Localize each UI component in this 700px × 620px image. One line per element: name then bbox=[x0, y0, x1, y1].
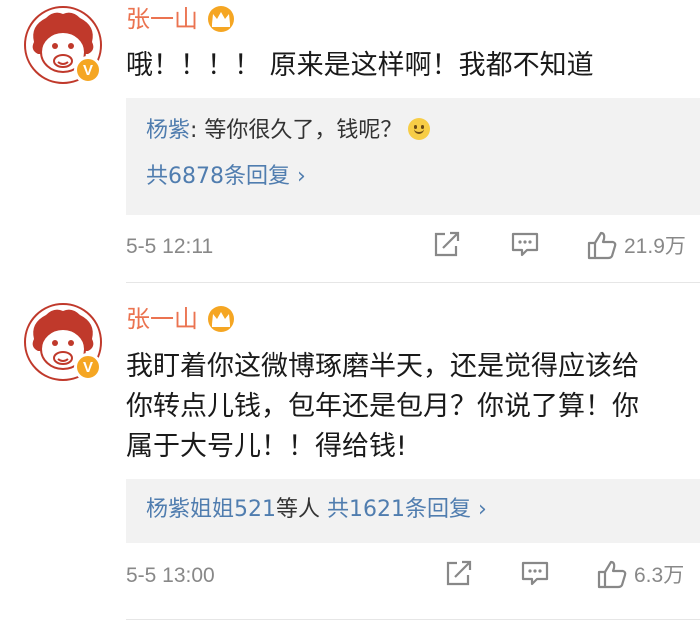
username-label[interactable]: 张一山 bbox=[126, 304, 198, 334]
verified-badge-icon: V bbox=[74, 353, 102, 381]
like-icon bbox=[587, 231, 617, 260]
like-button[interactable]: 6.3万 bbox=[596, 559, 684, 589]
avatar[interactable]: V bbox=[24, 6, 102, 84]
reply-text: : 等你很久了，钱呢？ bbox=[190, 118, 403, 143]
comment-icon bbox=[511, 232, 539, 257]
comment-meta: 5-5 12:11 21.9万 bbox=[126, 230, 700, 270]
username-label[interactable]: 张一山 bbox=[126, 4, 198, 34]
reply-preview[interactable]: 杨紫: 等你很久了，钱呢？ 共6878条回复 › bbox=[126, 98, 700, 215]
share-icon bbox=[446, 560, 472, 586]
share-button[interactable] bbox=[432, 230, 462, 258]
crown-icon bbox=[208, 306, 234, 332]
comment-text-line: 我盯着你这微博琢磨半天，还是觉得应该给 bbox=[126, 351, 639, 382]
comment-button[interactable] bbox=[520, 559, 550, 587]
username[interactable]: 张一山 bbox=[126, 4, 236, 34]
like-count: 6.3万 bbox=[634, 564, 685, 587]
comment-text-line: 属于大号儿！！得给钱! bbox=[126, 431, 407, 462]
reply-text: 等人 bbox=[276, 497, 327, 522]
share-icon bbox=[434, 231, 460, 257]
comment-item: V 张一山 哦！！！！ 原来是这样啊！我都不知道 杨紫: 等你很久了，钱呢？ 共… bbox=[0, 0, 700, 283]
reply-user-link[interactable]: 杨紫 bbox=[146, 118, 190, 143]
reply-preview[interactable]: 杨紫姐姐521等人 共1621条回复 › bbox=[126, 479, 700, 543]
verified-badge-icon: V bbox=[74, 56, 102, 84]
comment-meta: 5-5 13:00 6.3万 bbox=[126, 559, 700, 599]
reply-line: 杨紫: 等你很久了，钱呢？ bbox=[146, 116, 431, 146]
smile-emoji-icon bbox=[408, 118, 431, 140]
comment-text: 我盯着你这微博琢磨半天，还是觉得应该给 你转点儿钱，包年还是包月？你说了算！你 … bbox=[126, 347, 700, 467]
crown-icon bbox=[208, 6, 234, 32]
reply-user-link[interactable]: 杨紫姐姐521 bbox=[146, 497, 276, 522]
comment-time: 5-5 12:11 bbox=[126, 235, 214, 258]
comment-button[interactable] bbox=[510, 230, 540, 258]
like-button[interactable]: 21.9万 bbox=[586, 230, 686, 260]
reply-count-link[interactable]: 共6878条回复 › bbox=[146, 162, 306, 192]
avatar[interactable]: V bbox=[24, 303, 102, 381]
reply-count-link[interactable]: 共1621条回复 › bbox=[327, 497, 487, 522]
comment-text-line: 哦！！！！ 原来是这样啊！我都不知道 bbox=[126, 50, 594, 81]
like-count: 21.9万 bbox=[624, 235, 686, 258]
share-button[interactable] bbox=[444, 559, 474, 587]
reply-line: 杨紫姐姐521等人 共1621条回复 › bbox=[146, 495, 487, 525]
username[interactable]: 张一山 bbox=[126, 304, 236, 334]
comment-text: 哦！！！！ 原来是这样啊！我都不知道 bbox=[126, 46, 700, 86]
comment-item: V 张一山 我盯着你这微博琢磨半天，还是觉得应该给 你转点儿钱，包年还是包月？你… bbox=[0, 283, 700, 620]
comment-text-line: 你转点儿钱，包年还是包月？你说了算！你 bbox=[126, 391, 639, 422]
comment-icon bbox=[521, 561, 549, 586]
comment-time: 5-5 13:00 bbox=[126, 564, 215, 587]
like-icon bbox=[597, 560, 627, 589]
